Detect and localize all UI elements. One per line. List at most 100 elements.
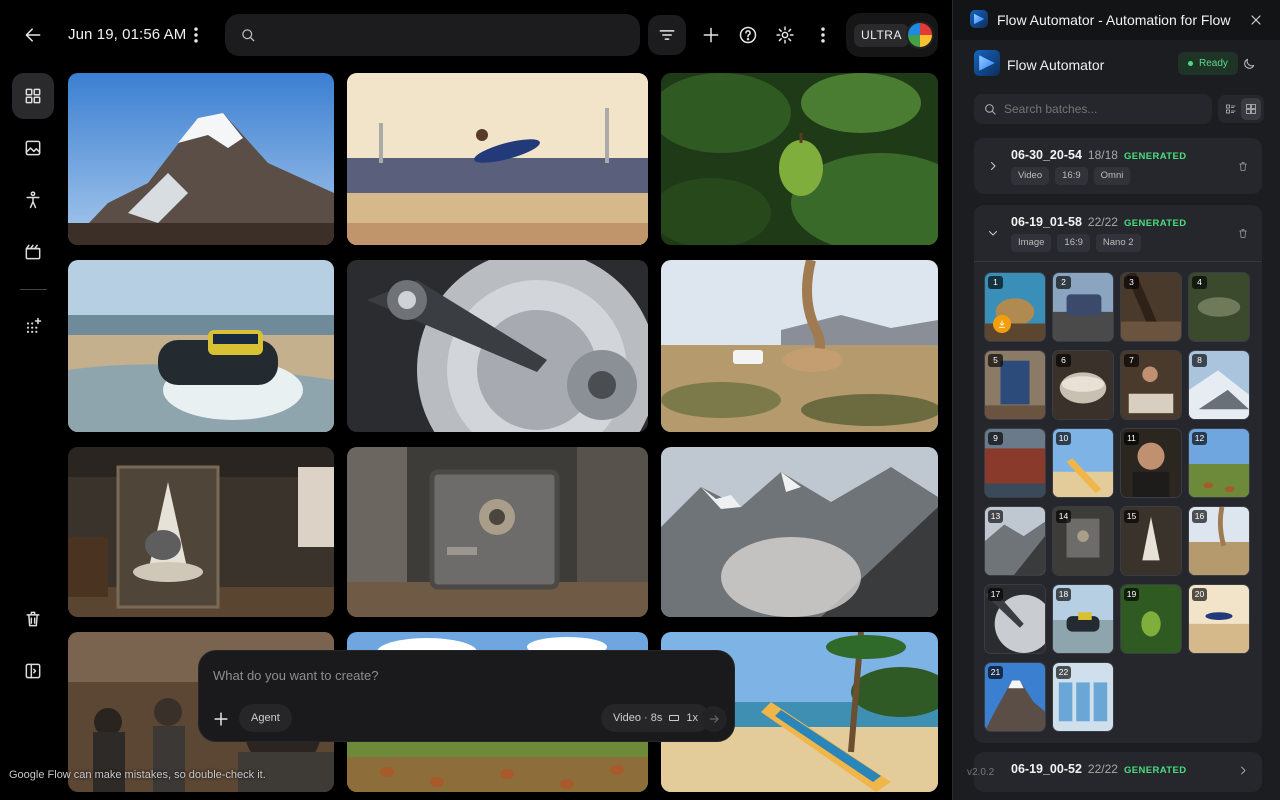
grid-image-9[interactable] xyxy=(661,447,938,617)
grid-image-6[interactable] xyxy=(661,260,938,432)
generation-settings-button[interactable]: Video · 8s 1x xyxy=(601,704,710,732)
thumbnail-number: 15 xyxy=(1124,510,1139,523)
batch-thumbnail[interactable]: 5 xyxy=(984,350,1046,420)
thumbnail-number: 12 xyxy=(1192,432,1207,445)
batch-tags: Video 16:9 Omni xyxy=(1011,167,1131,185)
theme-toggle-moon-icon[interactable] xyxy=(1240,55,1258,73)
status-badge: Ready xyxy=(1178,52,1238,75)
batch-title: 06-19_01-58 22/22 GENERATED xyxy=(1011,215,1186,229)
chevron-right-icon[interactable] xyxy=(986,159,1000,173)
grid-view-icon[interactable] xyxy=(1241,98,1261,120)
batch-thumbnail[interactable]: 17 xyxy=(984,584,1046,654)
batch-card[interactable]: 06-19_00-52 22/22 GENERATED xyxy=(974,752,1262,792)
thumbnail-number: 21 xyxy=(988,666,1003,679)
chevron-down-icon[interactable] xyxy=(986,226,1000,240)
more-vert-icon[interactable] xyxy=(186,24,206,46)
search-bar[interactable] xyxy=(225,14,640,56)
add-icon[interactable] xyxy=(700,24,722,46)
back-arrow-icon[interactable] xyxy=(20,22,46,48)
settings-gear-icon[interactable] xyxy=(774,24,796,46)
batch-search[interactable] xyxy=(974,94,1212,124)
brand-logo-icon xyxy=(974,50,1000,76)
thumbnail-number: 6 xyxy=(1056,354,1071,367)
batch-thumbnail[interactable]: 21 xyxy=(984,662,1046,732)
batch-thumbnail[interactable]: 2 xyxy=(1052,272,1114,342)
batch-tag: Video xyxy=(1011,167,1050,185)
batch-thumbnail[interactable]: 3 xyxy=(1120,272,1182,342)
batch-thumbnail[interactable]: 16 xyxy=(1188,506,1250,576)
batch-thumbnail[interactable]: 15 xyxy=(1120,506,1182,576)
view-toggle xyxy=(1218,95,1264,123)
grid-image-7[interactable] xyxy=(68,447,334,617)
grid-image-1[interactable] xyxy=(68,73,334,245)
batch-thumbnail[interactable]: 7 xyxy=(1120,350,1182,420)
trash-icon[interactable] xyxy=(1236,158,1250,174)
sidebar-item-trash[interactable] xyxy=(12,596,54,642)
sidebar-item-grid[interactable] xyxy=(12,73,54,119)
prompt-composer[interactable]: What do you want to create? Agent Video … xyxy=(198,650,735,742)
batch-card[interactable]: 06-30_20-54 18/18 GENERATED Video 16:9 Omn… xyxy=(974,138,1262,194)
batch-thumbnail[interactable]: 9 xyxy=(984,428,1046,498)
batch-thumbnail[interactable]: 14 xyxy=(1052,506,1114,576)
brand-name: Flow Automator xyxy=(1007,57,1105,73)
trash-icon[interactable] xyxy=(1236,225,1250,241)
top-bar: Jun 19, 01:56 AM ULTRA xyxy=(0,0,952,70)
batch-thumbnail[interactable]: 1 xyxy=(984,272,1046,342)
prompt-placeholder[interactable]: What do you want to create? xyxy=(213,668,378,683)
thumbnail-number: 16 xyxy=(1192,510,1207,523)
batch-name: 06-19_00-52 xyxy=(1011,762,1082,776)
batch-thumbnail[interactable]: 20 xyxy=(1188,584,1250,654)
help-icon[interactable] xyxy=(737,24,759,46)
thumbnail-number: 7 xyxy=(1124,354,1139,367)
batch-thumbnail[interactable]: 19 xyxy=(1120,584,1182,654)
chevron-right-icon[interactable] xyxy=(1236,762,1250,778)
sparkle-grid-icon xyxy=(26,317,42,333)
close-icon[interactable] xyxy=(1246,10,1266,30)
grid-image-3[interactable] xyxy=(661,73,938,245)
sidebar-item-magic[interactable] xyxy=(12,303,54,349)
grid-image-4[interactable] xyxy=(68,260,334,432)
search-input[interactable] xyxy=(266,27,640,43)
trash-icon xyxy=(26,611,40,627)
grid-image-2[interactable] xyxy=(347,73,648,245)
grid-image-5[interactable] xyxy=(347,260,648,432)
thumbnail-number: 5 xyxy=(988,354,1003,367)
clapperboard-icon xyxy=(25,244,41,260)
batch-thumbnail[interactable]: 22 xyxy=(1052,662,1114,732)
sidebar-item-toggle-panel[interactable] xyxy=(12,648,54,694)
batch-title: 06-19_00-52 22/22 GENERATED xyxy=(1011,762,1186,776)
batch-tag: 16:9 xyxy=(1055,167,1088,185)
filter-button[interactable] xyxy=(648,15,686,55)
panel-window-title: Flow Automator - Automation for Flow xyxy=(997,12,1231,28)
add-attachment-icon[interactable] xyxy=(209,707,233,731)
batch-thumbnail[interactable]: 18 xyxy=(1052,584,1114,654)
batch-thumbnail[interactable]: 8 xyxy=(1188,350,1250,420)
mode-label: Video · 8s xyxy=(613,712,663,724)
more-vert-icon[interactable] xyxy=(813,24,833,46)
search-icon xyxy=(985,103,996,115)
batch-thumbnail[interactable]: 13 xyxy=(984,506,1046,576)
send-button[interactable] xyxy=(701,706,727,732)
batch-search-input[interactable] xyxy=(1004,102,1212,116)
thumbnail-number: 8 xyxy=(1192,354,1207,367)
batch-thumbnail[interactable]: 12 xyxy=(1188,428,1250,498)
search-icon xyxy=(242,28,255,42)
batch-tag: Omni xyxy=(1093,167,1131,185)
batch-card-expanded[interactable]: 06-19_01-58 22/22 GENERATED Image 16:9 Nan… xyxy=(974,205,1262,743)
sidebar-divider xyxy=(20,289,47,290)
batch-thumbnail[interactable]: 6 xyxy=(1052,350,1114,420)
status-label: Ready xyxy=(1199,58,1228,69)
batch-status: GENERATED xyxy=(1123,765,1187,776)
batch-thumbnail[interactable]: 4 xyxy=(1188,272,1250,342)
grid-image-8[interactable] xyxy=(347,447,648,617)
agent-button[interactable]: Agent xyxy=(239,704,292,732)
plan-badge: ULTRA xyxy=(854,24,909,47)
sidebar-item-characters[interactable] xyxy=(12,177,54,223)
sidebar-item-videos[interactable] xyxy=(12,229,54,275)
sidebar-item-images[interactable] xyxy=(12,125,54,171)
batch-thumbnail[interactable]: 11 xyxy=(1120,428,1182,498)
download-icon[interactable] xyxy=(993,315,1011,333)
batch-thumbnail[interactable]: 10 xyxy=(1052,428,1114,498)
list-view-icon[interactable] xyxy=(1221,98,1241,120)
avatar[interactable] xyxy=(906,21,934,49)
